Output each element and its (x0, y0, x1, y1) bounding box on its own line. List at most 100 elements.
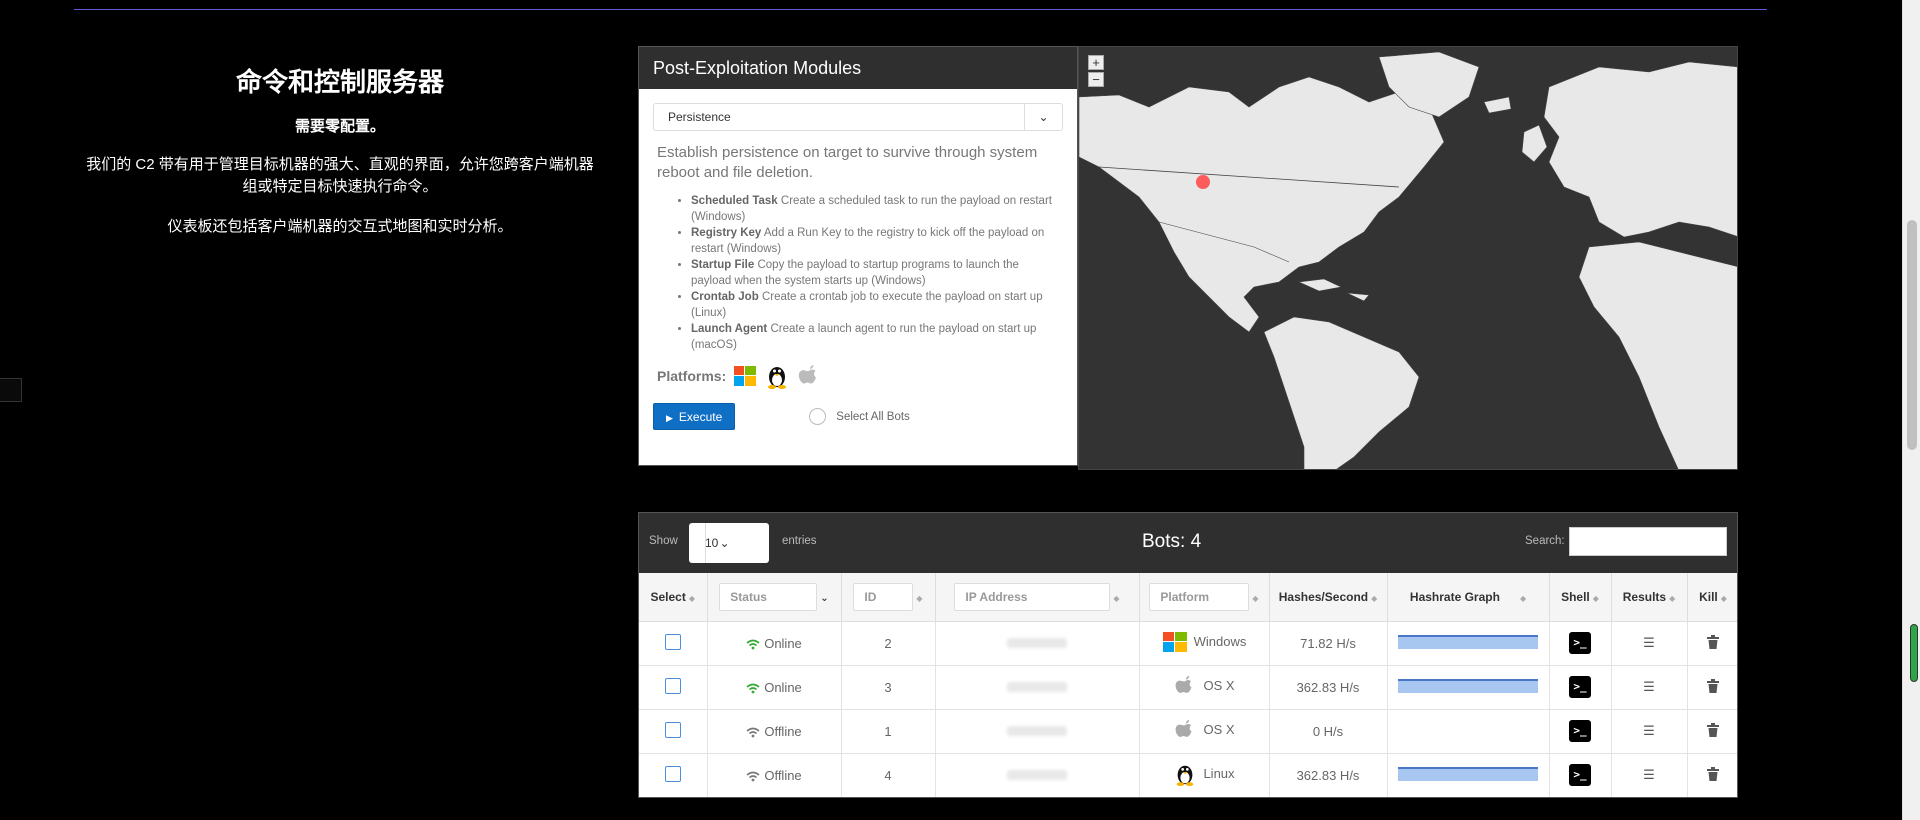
sort-icon: ◆ (1519, 593, 1527, 603)
chevron-down-icon[interactable]: ⌄ (705, 523, 743, 563)
id-filter[interactable]: ID (853, 582, 914, 611)
trash-icon[interactable] (1707, 722, 1719, 737)
terminal-icon[interactable]: >_ (1569, 632, 1591, 654)
list-icon[interactable]: ☰ (1643, 767, 1655, 782)
col-label: Shell (1561, 589, 1590, 604)
wifi-icon (746, 771, 760, 781)
list-item: Registry Key Add a Run Key to the regist… (691, 225, 1059, 257)
platforms-label: Platforms: (657, 368, 727, 384)
page-length-select[interactable]: 10 ⌄ (689, 523, 769, 563)
sort-icon: ◆ (1371, 593, 1378, 603)
col-label: Hashrate Graph (1409, 589, 1500, 604)
platform-filter[interactable]: Platform (1149, 582, 1250, 611)
wifi-icon (746, 639, 760, 649)
search-input[interactable] (1569, 527, 1727, 556)
entries-label: entries (782, 535, 817, 547)
table-row[interactable]: Offline 4 Linux 362.83 H/s >_ ☰ (639, 753, 1737, 797)
zoom-out-button[interactable]: − (1088, 72, 1104, 87)
platform-cell: Linux (1139, 753, 1270, 797)
id-cell: 2 (841, 621, 936, 666)
linux-icon (768, 367, 787, 389)
north-america-shape (1079, 76, 1445, 333)
chevron-down-icon[interactable]: ⌄ (1024, 104, 1062, 130)
option-name: Crontab Job (691, 291, 759, 303)
platform-text: OS X (1203, 722, 1235, 737)
platform-text: Linux (1203, 766, 1235, 781)
col-label: IP Address (965, 589, 1028, 604)
intro-paragraph-1: 我们的 C2 带有用于管理目标机器的强大、直观的界面，允许您跨客户端机器组或特定… (86, 156, 594, 195)
kill-cell (1687, 753, 1737, 797)
list-item: Startup File Copy the payload to startup… (691, 257, 1059, 289)
col-ip[interactable]: IP Address ◆ (935, 573, 1140, 622)
graph-cell (1387, 621, 1550, 666)
hashes-cell: 71.82 H/s (1269, 621, 1388, 666)
platforms-row: Platforms: (657, 363, 1059, 389)
apple-icon (799, 365, 817, 384)
results-cell: ☰ (1611, 753, 1688, 797)
execute-button[interactable]: ▶ Execute (653, 403, 736, 430)
trash-icon[interactable] (1707, 766, 1719, 781)
sort-icon: ◆ (1669, 593, 1676, 603)
list-icon[interactable]: ☰ (1643, 723, 1655, 738)
table-row[interactable]: Online 3 OS X 362.83 H/s >_ ☰ (639, 665, 1737, 710)
linux-icon (1177, 765, 1194, 786)
option-name: Scheduled Task (691, 195, 778, 207)
ip-filter[interactable]: IP Address (954, 582, 1111, 611)
status-cell: Online (707, 621, 842, 666)
africa-shape (1578, 241, 1737, 469)
col-select[interactable]: Select ◆ (639, 573, 708, 622)
bots-table: Select ◆ Status ⌄ ID ◆ IP Address ◆ Platform… (639, 573, 1737, 797)
row-checkbox[interactable] (664, 765, 681, 782)
platform-text: Windows (1193, 634, 1247, 649)
terminal-icon[interactable]: >_ (1569, 720, 1591, 742)
sort-icon: ◆ (1252, 593, 1259, 603)
hashrate-sparkline (1398, 634, 1538, 649)
col-status[interactable]: Status ⌄ (707, 573, 842, 622)
ip-redacted (1007, 637, 1067, 648)
module-description: Establish persistence on target to survi… (657, 144, 1038, 181)
ip-redacted (1007, 769, 1067, 780)
graph-cell (1387, 753, 1550, 797)
results-cell: ☰ (1611, 621, 1688, 666)
execute-label: Execute (678, 410, 723, 424)
windows-icon (734, 366, 757, 386)
terminal-icon[interactable]: >_ (1569, 764, 1591, 786)
select-cell (639, 709, 708, 754)
table-row[interactable]: Offline 1 OS X 0 H/s >_ ☰ (639, 709, 1737, 754)
list-icon[interactable]: ☰ (1643, 635, 1655, 650)
col-hashes[interactable]: Hashes/Second ◆ (1269, 573, 1388, 622)
option-name: Registry Key (691, 227, 762, 239)
status-text: Online (764, 635, 802, 651)
intro-section: 命令和控制服务器 需要零配置。 我们的 C2 带有用于管理目标机器的强大、直观的… (80, 62, 600, 256)
status-filter[interactable]: Status (719, 582, 818, 611)
sort-icon: ◆ (1592, 593, 1599, 603)
world-map[interactable]: + − (1078, 46, 1738, 470)
col-kill[interactable]: Kill ◆ (1687, 573, 1737, 622)
trash-icon[interactable] (1707, 678, 1719, 693)
terminal-icon[interactable]: >_ (1569, 676, 1591, 698)
trash-icon[interactable] (1707, 634, 1719, 649)
row-checkbox[interactable] (664, 677, 681, 694)
zoom-in-button[interactable]: + (1088, 55, 1104, 70)
select-all-radio[interactable] (809, 408, 827, 425)
table-row[interactable]: Online 2 Windows 71.82 H/s >_ ☰ (639, 621, 1737, 666)
scrollbar-thumb[interactable] (1907, 220, 1917, 450)
col-shell[interactable]: Shell ◆ (1549, 573, 1612, 622)
graph-cell (1387, 709, 1550, 754)
list-icon[interactable]: ☰ (1643, 679, 1655, 694)
hashes-cell: 362.83 H/s (1269, 665, 1388, 710)
row-checkbox[interactable] (664, 633, 681, 650)
col-label: ID (864, 589, 877, 604)
col-results[interactable]: Results ◆ (1611, 573, 1688, 622)
list-item: Launch Agent Create a launch agent to ru… (691, 321, 1059, 353)
page-scrollbar[interactable] (1902, 0, 1920, 820)
col-platform[interactable]: Platform ◆ (1139, 573, 1270, 622)
secondary-scroll-indicator[interactable] (1910, 624, 1918, 682)
row-checkbox[interactable] (664, 721, 681, 738)
col-graph[interactable]: Hashrate Graph ◆ (1387, 573, 1550, 622)
side-tab[interactable] (0, 378, 22, 402)
col-id[interactable]: ID ◆ (841, 573, 936, 622)
ip-redacted (1007, 681, 1067, 692)
kill-cell (1687, 665, 1737, 710)
module-select[interactable]: Persistence ⌄ (653, 103, 1063, 131)
